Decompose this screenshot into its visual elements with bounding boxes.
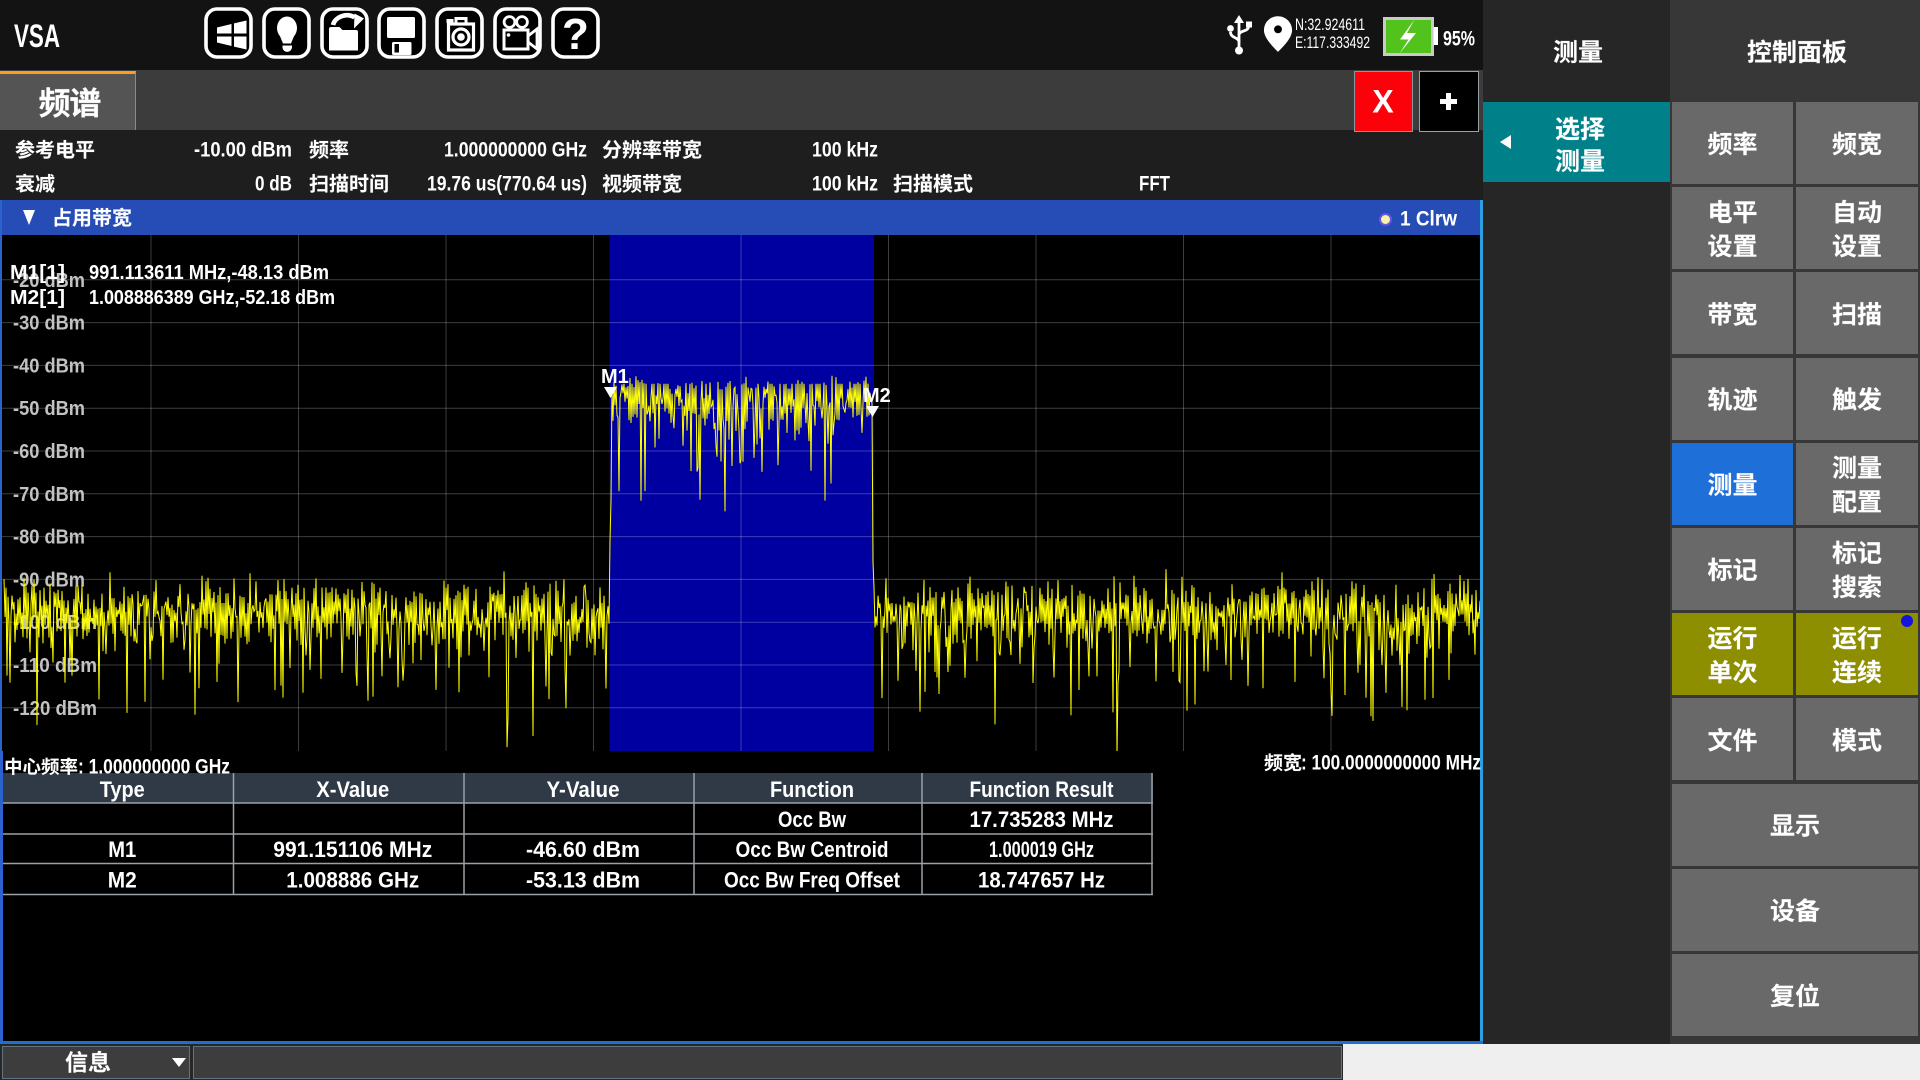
svg-text:1 Clrw: 1 Clrw [1400,208,1458,231]
svg-text:Occ Bw: Occ Bw [778,807,847,832]
svg-text:991.151106 MHz: 991.151106 MHz [273,837,432,862]
svg-text:1.008886 GHz: 1.008886 GHz [286,867,419,892]
svg-text:18.747657 Hz: 18.747657 Hz [978,867,1105,892]
svg-text:VSA: VSA [14,18,60,54]
svg-text:1.000000000 GHz: 1.000000000 GHz [444,139,587,162]
svg-text:M1: M1 [108,837,136,862]
svg-text:100 kHz: 100 kHz [812,173,878,196]
svg-text:19.76 us(770.64 us): 19.76 us(770.64 us) [427,173,587,196]
svg-text:X-Value: X-Value [316,777,389,802]
svg-text:Y-Value: Y-Value [547,777,620,802]
svg-text:100 kHz: 100 kHz [812,139,878,162]
svg-text:: 1.000000000 GHz: : 1.000000000 GHz [78,756,230,779]
svg-text:1.000019 GHz: 1.000019 GHz [989,837,1094,862]
svg-text:N:32.924611: N:32.924611 [1295,15,1365,34]
svg-text:Occ Bw Centroid: Occ Bw Centroid [736,837,889,862]
svg-text:17.735283 MHz: 17.735283 MHz [970,807,1114,832]
svg-text:Type: Type [100,777,145,802]
svg-text:M2: M2 [108,867,137,892]
svg-text:X: X [1372,83,1394,119]
svg-text:95%: 95% [1443,28,1475,51]
svg-text:Occ Bw Freq Offset: Occ Bw Freq Offset [724,867,901,892]
svg-text:: 100.0000000000 MHz: : 100.0000000000 MHz [1301,752,1481,775]
svg-text:Function Result: Function Result [970,777,1115,802]
svg-text:-10.00 dBm: -10.00 dBm [194,139,292,162]
svg-text:E:117.333492: E:117.333492 [1295,33,1370,52]
svg-text:Function: Function [770,777,854,802]
svg-text:FFT: FFT [1139,173,1170,196]
svg-text:0 dB: 0 dB [255,173,292,196]
svg-text:-46.60 dBm: -46.60 dBm [526,837,640,862]
svg-text:-53.13 dBm: -53.13 dBm [526,867,640,892]
